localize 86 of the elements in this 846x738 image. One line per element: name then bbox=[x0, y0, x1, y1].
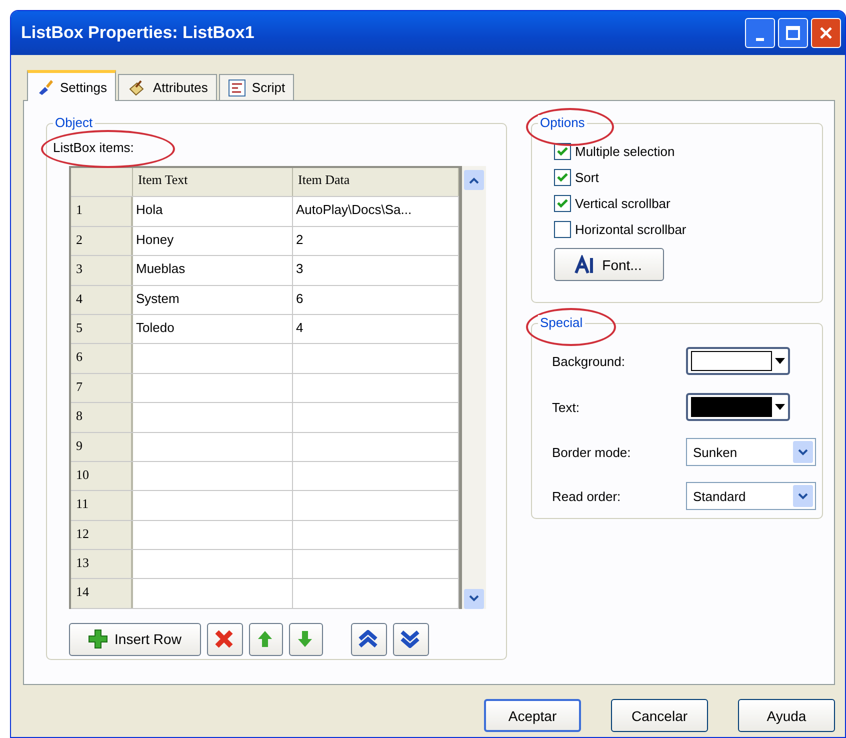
field-label: Text: bbox=[552, 400, 580, 414]
arrow-down-icon bbox=[297, 630, 313, 648]
chevron-up-icon bbox=[469, 176, 479, 184]
row-number: 14 bbox=[71, 579, 133, 608]
close-icon bbox=[819, 26, 833, 40]
dropdown-arrow-icon bbox=[775, 404, 785, 410]
move-up-button[interactable] bbox=[249, 622, 283, 656]
minimize-button[interactable] bbox=[745, 18, 775, 48]
scroll-up-button[interactable] bbox=[464, 170, 484, 190]
dialog-button[interactable]: Aceptar bbox=[484, 699, 581, 732]
table-cell[interactable]: System bbox=[133, 286, 293, 314]
tab[interactable]: Attributes bbox=[118, 74, 217, 101]
scrollbar[interactable] bbox=[462, 166, 486, 609]
tab[interactable]: Settings bbox=[27, 70, 116, 101]
checkmark-icon bbox=[557, 146, 568, 156]
dropdown-arrow-icon bbox=[775, 358, 785, 364]
plus-icon bbox=[86, 628, 109, 650]
table-cell[interactable]: Honey bbox=[133, 226, 293, 256]
table-cell[interactable]: 2 bbox=[293, 226, 459, 256]
checkbox[interactable] bbox=[554, 142, 571, 160]
group-legend: Object bbox=[53, 115, 95, 130]
table-cell[interactable]: Hola bbox=[133, 197, 293, 226]
chevron-down-icon bbox=[469, 595, 479, 602]
checkbox-label: Multiple selection bbox=[575, 144, 675, 158]
move-top-button[interactable] bbox=[351, 622, 387, 656]
insert-row-button[interactable]: Insert Row bbox=[69, 622, 201, 656]
list-label: ListBox items: bbox=[53, 140, 134, 155]
delete-button[interactable] bbox=[207, 622, 243, 656]
row-number: 13 bbox=[71, 550, 133, 578]
table-cell[interactable]: 3 bbox=[293, 256, 459, 285]
double-chevron-down-icon bbox=[400, 630, 420, 648]
row-number: 3 bbox=[71, 256, 133, 285]
field-label: Read order: bbox=[552, 488, 622, 504]
minimize-icon bbox=[756, 38, 764, 40]
field-label: Background: bbox=[552, 354, 626, 368]
delete-x-icon bbox=[214, 629, 234, 650]
row-number: 10 bbox=[71, 462, 133, 490]
color-picker[interactable] bbox=[686, 347, 790, 375]
row-number: 9 bbox=[71, 432, 133, 461]
row-number: 6 bbox=[71, 344, 133, 373]
color-picker[interactable] bbox=[686, 393, 790, 421]
dropdown[interactable]: Sunken bbox=[686, 438, 816, 466]
row-number: 7 bbox=[71, 374, 133, 402]
chevron-down-icon bbox=[798, 492, 808, 500]
table-cell[interactable]: Toledo bbox=[133, 314, 293, 344]
table-cell[interactable]: AutoPlay\Docs\Sa... bbox=[293, 197, 459, 226]
checkmark-icon bbox=[557, 198, 568, 208]
checkbox[interactable] bbox=[554, 168, 571, 186]
scroll-down-button[interactable] bbox=[464, 588, 484, 609]
row-number: 11 bbox=[71, 491, 133, 520]
column-header: Item Data bbox=[293, 168, 459, 196]
group-legend: Special bbox=[538, 315, 585, 330]
tab[interactable]: Script bbox=[218, 74, 294, 101]
move-down-button[interactable] bbox=[289, 622, 323, 656]
row-number: 4 bbox=[71, 286, 133, 314]
font-button[interactable]: Font... bbox=[554, 248, 664, 281]
checkbox-label: Sort bbox=[575, 170, 599, 184]
dialog-button[interactable]: Cancelar bbox=[611, 699, 708, 732]
close-button[interactable] bbox=[811, 18, 841, 48]
row-number: 5 bbox=[71, 314, 133, 344]
script-icon bbox=[228, 78, 246, 96]
row-number: 12 bbox=[71, 520, 133, 550]
move-bottom-button[interactable] bbox=[393, 622, 429, 656]
header-cell bbox=[71, 168, 133, 196]
dropdown[interactable]: Standard bbox=[686, 482, 816, 510]
double-chevron-up-icon bbox=[358, 630, 378, 648]
row-number: 2 bbox=[71, 226, 133, 256]
maximize-icon bbox=[786, 26, 800, 40]
checkbox[interactable] bbox=[554, 194, 571, 212]
row-number: 8 bbox=[71, 403, 133, 432]
checkbox[interactable] bbox=[554, 220, 571, 238]
field-label: Border mode: bbox=[552, 444, 632, 460]
arrow-up-icon bbox=[257, 630, 273, 648]
chevron-down-icon bbox=[798, 448, 808, 456]
group-legend: Options bbox=[538, 115, 587, 130]
dialog-button[interactable]: Ayuda bbox=[738, 699, 835, 732]
column-header: Item Text bbox=[133, 168, 293, 196]
table-cell[interactable]: Mueblas bbox=[133, 256, 293, 285]
checkbox-label: Vertical scrollbar bbox=[575, 196, 670, 210]
table-cell[interactable]: 6 bbox=[293, 286, 459, 314]
maximize-button[interactable] bbox=[778, 18, 808, 48]
table-cell[interactable]: 4 bbox=[293, 314, 459, 344]
checkmark-icon bbox=[557, 172, 568, 182]
row-number: 1 bbox=[71, 197, 133, 226]
window-title: ListBox Properties: ListBox1 bbox=[21, 23, 256, 43]
checkbox-label: Horizontal scrollbar bbox=[575, 222, 686, 236]
